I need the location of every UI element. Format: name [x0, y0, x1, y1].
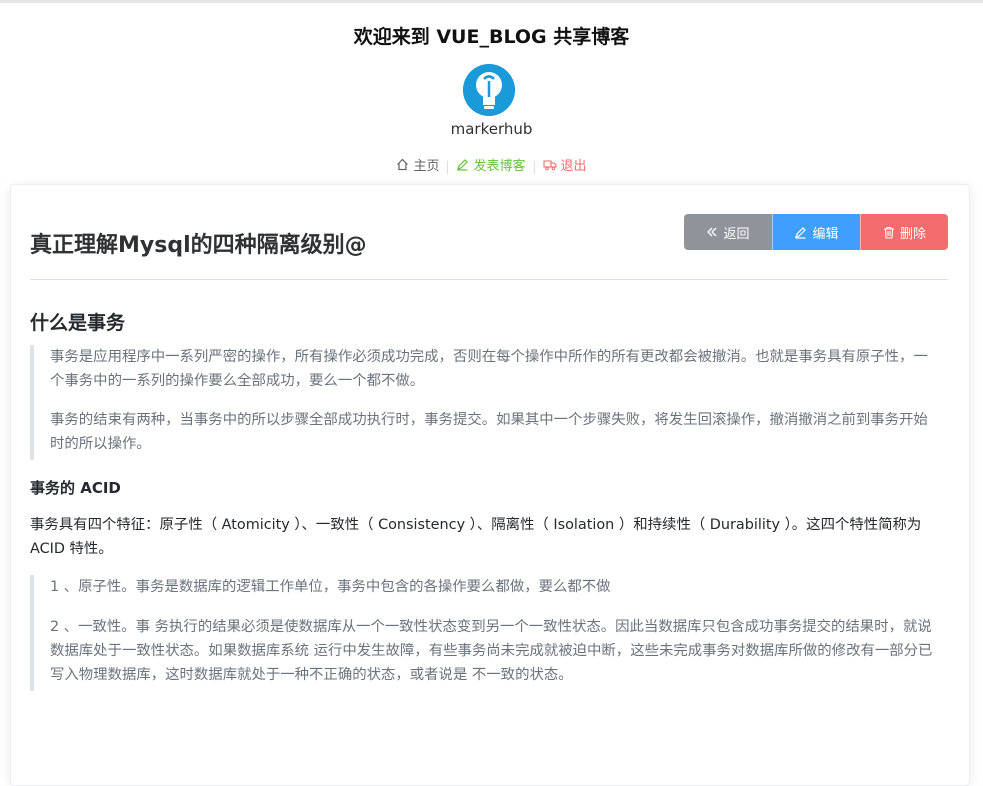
edit-button[interactable]: 编辑: [772, 214, 860, 250]
nav-logout-link[interactable]: 退出: [542, 155, 587, 174]
avatar[interactable]: [463, 64, 515, 116]
back-button[interactable]: 返回: [684, 214, 772, 250]
content-heading: 什么是事务: [30, 312, 126, 334]
username: markerhub: [450, 120, 533, 138]
quote-paragraph: 1 、原子性。事务是数据库的逻辑工作单位，事务中包含的各操作要么都做，要么都不做: [50, 579, 611, 595]
lightbulb-icon: [463, 64, 515, 116]
quote-paragraph: 事务是应用程序中一系列严密的操作，所有操作必须成功完成，否则在每个操作中所作的所…: [50, 349, 928, 389]
nav-divider: [533, 161, 535, 174]
nav-home-label: 主页: [413, 159, 440, 174]
nav-logout-label: 退出: [560, 159, 587, 174]
action-button-group: 返回 编辑 删除: [684, 214, 948, 250]
blockquote: 1 、原子性。事务是数据库的逻辑工作单位，事务中包含的各操作要么都做，要么都不做…: [30, 575, 934, 691]
blog-card: 真正理解Mysql的四种隔离级别@ 返回 编辑 删除 什么是事务 事务是应用程序…: [10, 184, 970, 786]
top-nav: 主页 发表博客 退出: [0, 155, 983, 175]
blockquote: 事务是应用程序中一系列严密的操作，所有操作必须成功完成，否则在每个操作中所作的所…: [30, 345, 934, 460]
nav-divider: [447, 161, 449, 174]
pencil-icon: [795, 226, 807, 239]
content-subheading: 事务的 ACID: [30, 479, 121, 497]
back-button-label: 返回: [723, 225, 750, 241]
quote-paragraph: 事务的结束有两种，当事务中的所以步骤全部成功执行时，事务提交。如果其中一个步骤失…: [50, 412, 928, 452]
nav-post-label: 发表博客: [473, 159, 526, 174]
edit-button-label: 编辑: [812, 225, 839, 241]
quote-paragraph: 2 、一致性。事 务执行的结果必须是使数据库从一个一致性状态变到另一个一致性状态…: [50, 619, 933, 683]
site-title: 欢迎来到 VUE_BLOG 共享博客: [353, 26, 630, 48]
content-paragraph: 事务具有四个特征：原子性（ Atomicity ）、一致性（ Consisten…: [30, 517, 922, 557]
delete-button-label: 删除: [899, 225, 926, 241]
trash-icon: [883, 226, 894, 239]
pencil-icon: [457, 159, 469, 171]
delete-button[interactable]: 删除: [860, 214, 948, 250]
nav-home-link[interactable]: 主页: [396, 155, 439, 174]
title-divider: [30, 279, 948, 280]
home-icon: [397, 158, 409, 171]
double-chevron-left-icon: [707, 227, 717, 237]
blog-title: 真正理解Mysql的四种隔离级别@: [30, 233, 367, 258]
top-border: [0, 0, 983, 3]
nav-post-link[interactable]: 发表博客: [456, 155, 526, 174]
truck-icon: [542, 160, 557, 171]
